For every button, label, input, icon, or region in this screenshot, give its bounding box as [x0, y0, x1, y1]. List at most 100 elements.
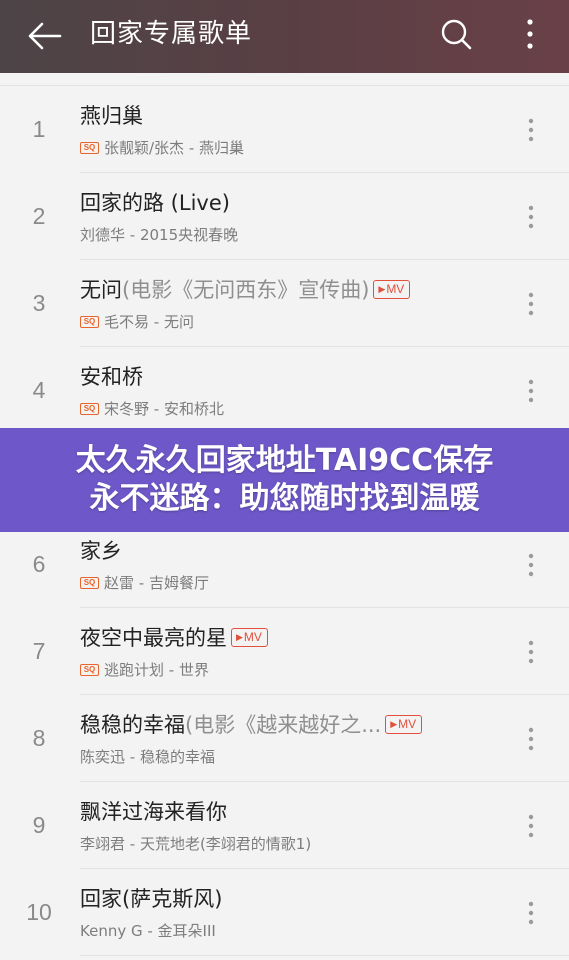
song-more-button[interactable] — [518, 199, 544, 235]
song-more-button[interactable] — [518, 286, 544, 322]
more-vertical-icon — [527, 19, 533, 49]
song-more-button[interactable] — [518, 547, 544, 583]
song-number: 10 — [26, 899, 52, 925]
song-title-text: 飘洋过海来看你 — [80, 800, 227, 824]
song-title: 回家的路 (Live) — [80, 187, 230, 217]
song-number: 8 — [32, 725, 46, 751]
song-title-text: 无问 — [80, 278, 122, 302]
more-vertical-icon — [528, 814, 534, 838]
page-title: 回家专属歌单 — [90, 19, 253, 49]
song-number: 7 — [32, 638, 46, 664]
sq-quality-badge: SQ — [80, 315, 99, 328]
song-number: 6 — [32, 551, 46, 577]
song-row[interactable]: 3 无问 (电影《无问西东》宣传曲) ▶ MV SQ 毛不易 - 无问 — [0, 260, 569, 347]
song-more-button[interactable] — [518, 634, 544, 670]
sq-quality-badge: SQ — [80, 141, 99, 154]
song-row[interactable]: 4 安和桥 SQ 宋冬野 - 安和桥北 — [0, 347, 569, 434]
song-number: 9 — [32, 812, 46, 838]
song-title: 飘洋过海来看你 — [80, 796, 227, 826]
more-vertical-icon — [528, 118, 534, 142]
song-title-text: 燕归巢 — [80, 104, 143, 128]
song-row[interactable]: 6 家乡 SQ 赵雷 - 吉姆餐厅 — [0, 521, 569, 608]
song-row[interactable]: 9 飘洋过海来看你李翊君 - 天荒地老(李翊君的情歌1) — [0, 782, 569, 869]
banner-line-2: 永不迷路：助您随时找到温暖 — [89, 481, 480, 516]
more-vertical-icon — [528, 553, 534, 577]
song-title: 安和桥 — [80, 361, 143, 391]
song-meta: SQ 逃跑计划 - 世界 — [80, 659, 209, 680]
song-meta: 陈奕迅 - 稳稳的幸福 — [80, 746, 215, 767]
song-row[interactable]: 7 夜空中最亮的星 ▶ MV SQ 逃跑计划 - 世界 — [0, 608, 569, 695]
song-title-text: 回家的路 (Live) — [80, 191, 230, 215]
more-vertical-icon — [528, 292, 534, 316]
song-title: 夜空中最亮的星 ▶ MV — [80, 622, 268, 652]
artist-album-text: 宋冬野 - 安和桥北 — [104, 400, 224, 418]
song-more-button[interactable] — [518, 373, 544, 409]
artist-album-text: 逃跑计划 - 世界 — [104, 661, 209, 679]
artist-album-text: 李翊君 - 天荒地老(李翊君的情歌1) — [80, 835, 312, 853]
song-title-text: 安和桥 — [80, 365, 143, 389]
artist-album-text: Kenny G - 金耳朵III — [80, 922, 216, 940]
song-title-text: 夜空中最亮的星 — [80, 626, 227, 650]
song-title-text: 回家(萨克斯风) — [80, 887, 223, 911]
search-button[interactable] — [437, 14, 475, 54]
more-vertical-icon — [528, 205, 534, 229]
song-title-text: 家乡 — [80, 539, 122, 563]
more-vertical-icon — [528, 901, 534, 925]
mv-label: MV — [243, 629, 262, 644]
artist-album-text: 毛不易 - 无问 — [104, 313, 194, 331]
song-number: 4 — [32, 377, 46, 403]
song-title: 燕归巢 — [80, 100, 143, 130]
song-title: 家乡 — [80, 535, 122, 565]
song-row[interactable]: 8 稳稳的幸福 (电影《越来越好之... ▶ MV 陈奕迅 - 稳稳的幸福 — [0, 695, 569, 782]
song-meta: SQ 赵雷 - 吉姆餐厅 — [80, 572, 209, 593]
app-header: 回家专属歌单 — [0, 0, 569, 73]
song-meta: 刘德华 - 2015央视春晚 — [80, 224, 238, 245]
mv-label: MV — [386, 281, 405, 296]
song-row[interactable]: 10 回家(萨克斯风) Kenny G - 金耳朵III — [0, 869, 569, 956]
artist-album-text: 赵雷 - 吉姆餐厅 — [104, 574, 209, 592]
song-more-button[interactable] — [518, 112, 544, 148]
play-icon: ▶ — [378, 283, 386, 294]
sq-quality-badge: SQ — [80, 663, 99, 676]
artist-album-text: 陈奕迅 - 稳稳的幸福 — [80, 748, 215, 766]
back-button[interactable] — [26, 17, 64, 55]
row-divider — [80, 955, 569, 956]
song-more-button[interactable] — [518, 895, 544, 931]
mv-badge[interactable]: ▶ MV — [373, 279, 411, 299]
more-vertical-icon — [528, 379, 534, 403]
song-title: 无问 (电影《无问西东》宣传曲) ▶ MV — [80, 274, 411, 304]
mv-badge[interactable]: ▶ MV — [231, 627, 268, 647]
song-meta: SQ 张靓颖/张杰 - 燕归巢 — [80, 137, 244, 158]
list-top-spacer — [0, 73, 569, 86]
song-meta: Kenny G - 金耳朵III — [80, 920, 216, 941]
song-meta: SQ 毛不易 - 无问 — [80, 311, 194, 332]
play-icon: ▶ — [236, 631, 243, 642]
banner-line-1: 太久永久回家地址TAI9CC保存 — [75, 443, 494, 478]
arrow-left-icon — [28, 22, 62, 50]
mv-label: MV — [398, 716, 417, 731]
song-subtitle: (电影《越来越好之... — [185, 713, 382, 737]
search-icon — [441, 19, 472, 50]
more-vertical-icon — [528, 727, 534, 751]
song-meta: 李翊君 - 天荒地老(李翊君的情歌1) — [80, 833, 311, 854]
song-title: 稳稳的幸福 (电影《越来越好之... ▶ MV — [80, 709, 423, 739]
song-row[interactable]: 2 回家的路 (Live) 刘德华 - 2015央视春晚 — [0, 173, 569, 260]
song-more-button[interactable] — [518, 721, 544, 757]
song-number: 1 — [32, 116, 46, 142]
sq-quality-badge: SQ — [80, 576, 99, 589]
song-title-text: 稳稳的幸福 — [80, 713, 185, 737]
song-number: 2 — [32, 203, 46, 229]
more-button[interactable] — [515, 14, 545, 54]
song-subtitle: (电影《无问西东》宣传曲) — [122, 278, 370, 302]
song-more-button[interactable] — [518, 808, 544, 844]
overlay-banner[interactable]: 太久永久回家地址TAI9CC保存 永不迷路：助您随时找到温暖 — [0, 428, 569, 532]
mv-badge[interactable]: ▶ MV — [385, 714, 423, 734]
song-meta: SQ 宋冬野 - 安和桥北 — [80, 398, 224, 419]
sq-quality-badge: SQ — [80, 402, 99, 415]
song-row[interactable]: 1 燕归巢 SQ 张靓颖/张杰 - 燕归巢 — [0, 86, 569, 173]
song-number: 3 — [32, 290, 46, 316]
artist-album-text: 刘德华 - 2015央视春晚 — [80, 226, 239, 244]
artist-album-text: 张靓颖/张杰 - 燕归巢 — [104, 139, 245, 157]
play-icon: ▶ — [390, 718, 398, 729]
more-vertical-icon — [528, 640, 534, 664]
